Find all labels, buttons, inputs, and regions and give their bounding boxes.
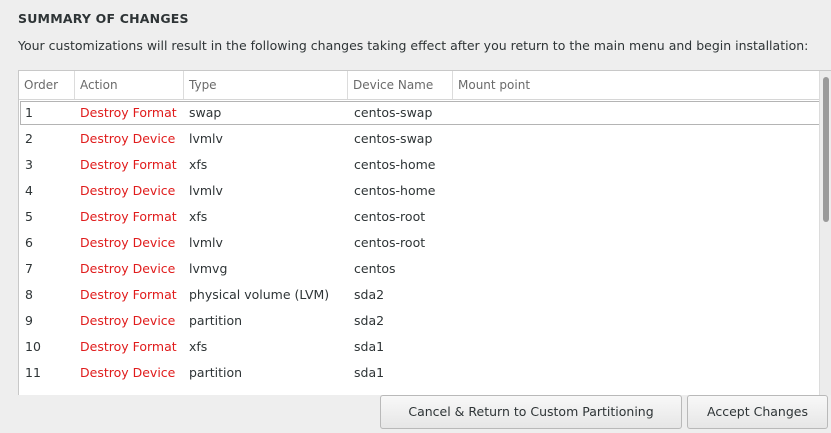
- cell-device: centos-swap: [354, 131, 433, 146]
- table-row[interactable]: 5 Destroy Format xfs centos-root: [19, 204, 831, 230]
- cell-action: Destroy Device: [80, 261, 176, 276]
- cell-order: 6: [25, 235, 33, 250]
- cell-type: xfs: [189, 339, 208, 354]
- column-header-mount-point[interactable]: Mount point: [453, 71, 819, 99]
- table-row[interactable]: 2 Destroy Device lvmlv centos-swap: [19, 126, 831, 152]
- column-header-type[interactable]: Type: [184, 71, 348, 99]
- vertical-scrollbar[interactable]: [819, 71, 831, 395]
- cell-device: centos-home: [354, 157, 436, 172]
- dialog-subtitle: Your customizations will result in the f…: [18, 38, 809, 53]
- cell-action: Destroy Device: [80, 365, 176, 380]
- summary-dialog: SUMMARY OF CHANGES Your customizations w…: [0, 0, 831, 433]
- cell-action: Destroy Format: [80, 339, 177, 354]
- cell-order: 3: [25, 157, 33, 172]
- cell-type: lvmlv: [189, 131, 223, 146]
- cell-type: lvmlv: [189, 235, 223, 250]
- table-body: 1 Destroy Format swap centos-swap 2 Destroy D…: [19, 100, 831, 386]
- cell-order: 7: [25, 261, 33, 276]
- table-row[interactable]: 6 Destroy Device lvmlv centos-root: [19, 230, 831, 256]
- cell-order: 8: [25, 287, 33, 302]
- table-row[interactable]: 10 Destroy Format xfs sda1: [19, 334, 831, 360]
- cell-device: centos-swap: [354, 105, 433, 120]
- cell-device: sda1: [354, 339, 385, 354]
- cell-type: partition: [189, 313, 243, 328]
- cell-action: Destroy Format: [80, 209, 177, 224]
- column-header-action[interactable]: Action: [75, 71, 184, 99]
- table-row[interactable]: 4 Destroy Device lvmlv centos-home: [19, 178, 831, 204]
- cancel-return-button[interactable]: Cancel & Return to Custom Partitioning: [380, 395, 682, 429]
- cell-device: centos: [354, 261, 396, 276]
- cell-action: Destroy Format: [80, 105, 177, 120]
- cell-type: xfs: [189, 157, 208, 172]
- cell-order: 5: [25, 209, 33, 224]
- cell-device: sda2: [354, 313, 385, 328]
- cell-device: centos-root: [354, 209, 426, 224]
- table-row[interactable]: 3 Destroy Format xfs centos-home: [19, 152, 831, 178]
- scrollbar-thumb[interactable]: [823, 77, 829, 222]
- cell-type: lvmlv: [189, 183, 223, 198]
- cell-action: Destroy Format: [80, 157, 177, 172]
- cell-order: 1: [25, 105, 33, 120]
- cell-type: xfs: [189, 209, 208, 224]
- column-header-order[interactable]: Order: [19, 71, 75, 99]
- cell-action: Destroy Format: [80, 287, 177, 302]
- cell-type: lvmvg: [189, 261, 228, 276]
- table-row[interactable]: 8 Destroy Format physical volume (LVM) sda2: [19, 282, 831, 308]
- table-row[interactable]: 9 Destroy Device partition sda2: [19, 308, 831, 334]
- accept-changes-button[interactable]: Accept Changes: [687, 395, 828, 429]
- cell-action: Destroy Device: [80, 235, 176, 250]
- cell-action: Destroy Device: [80, 131, 176, 146]
- cell-device: sda2: [354, 287, 385, 302]
- cell-order: 2: [25, 131, 33, 146]
- cell-order: 11: [25, 365, 41, 380]
- cell-action: Destroy Device: [80, 183, 176, 198]
- cell-device: sda1: [354, 365, 385, 380]
- dialog-title: SUMMARY OF CHANGES: [18, 11, 189, 26]
- cell-type: swap: [189, 105, 222, 120]
- cell-order: 10: [25, 339, 41, 354]
- cell-device: centos-home: [354, 183, 436, 198]
- cell-device: centos-root: [354, 235, 426, 250]
- cell-type: partition: [189, 365, 243, 380]
- column-header-device-name[interactable]: Device Name: [348, 71, 453, 99]
- changes-table: Order Action Type Device Name Mount poin…: [18, 70, 831, 395]
- cell-order: 4: [25, 183, 33, 198]
- table-header: Order Action Type Device Name Mount poin…: [19, 71, 831, 100]
- cell-type: physical volume (LVM): [189, 287, 330, 302]
- cell-action: Destroy Device: [80, 313, 176, 328]
- cell-order: 9: [25, 313, 33, 328]
- table-row[interactable]: 1 Destroy Format swap centos-swap: [19, 100, 831, 126]
- table-row[interactable]: 11 Destroy Device partition sda1: [19, 360, 831, 386]
- table-row[interactable]: 7 Destroy Device lvmvg centos: [19, 256, 831, 282]
